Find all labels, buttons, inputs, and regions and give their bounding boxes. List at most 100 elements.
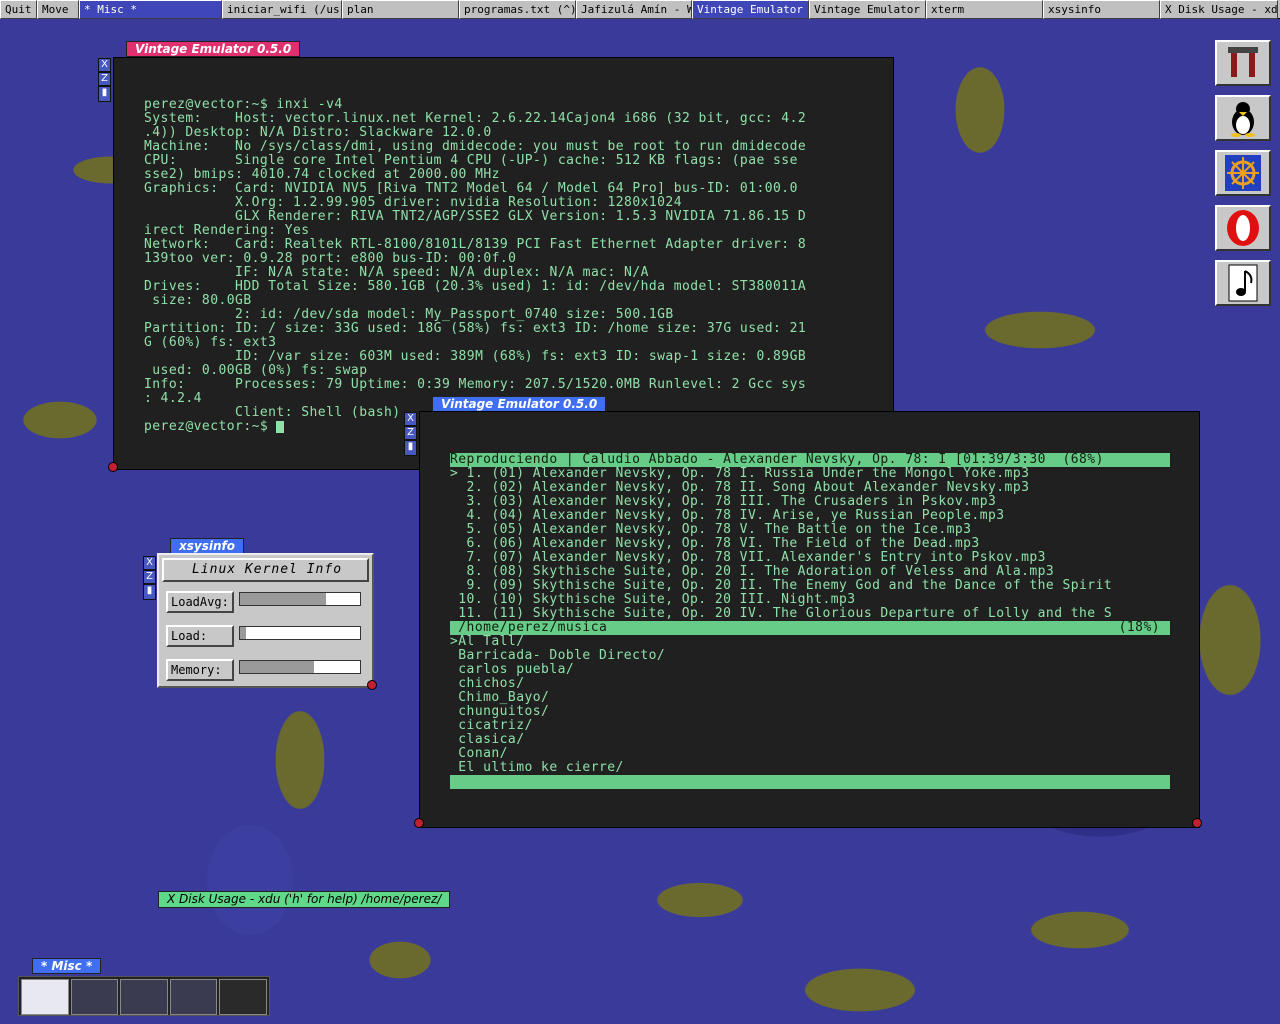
xsysinfo-title-tab[interactable]: xsysinfo (170, 538, 244, 554)
iconify-icon[interactable]: Z (404, 426, 417, 440)
taskbar-button[interactable]: Vintage Emulator 0 (692, 0, 809, 19)
playlist-item[interactable]: 4. (04) Alexander Nevsky, Op. 78 IV. Ari… (450, 509, 1199, 523)
ship-wheel-icon[interactable] (1215, 150, 1271, 196)
terminal-line: IF: N/A state: N/A speed: N/A duplex: N/… (144, 265, 649, 280)
terminal-line: Machine: No /sys/class/dmi, using dmidec… (144, 139, 807, 154)
terminal-line: System: Host: vector.linux.net Kernel: 2… (144, 111, 807, 126)
desktop-pager[interactable] (18, 976, 270, 1016)
directory-item[interactable]: Barricada- Doble Directo/ (450, 649, 1199, 663)
taskbar-button[interactable]: Vintage Emulator 0 (809, 0, 926, 19)
playlist-item[interactable]: 2. (02) Alexander Nevsky, Op. 78 II. Son… (450, 481, 1199, 495)
taskbar: Quit Move * Misc * iniciar_wifi (/usr plan pr… (0, 0, 1280, 19)
taskbar-button[interactable]: Jafizulá Amín - Wi (576, 0, 692, 19)
terminal-line: Graphics: Card: NVIDIA NV5 [Riva TNT2 Mo… (144, 181, 798, 196)
path-percent: (18%) (1118, 620, 1160, 635)
terminal-window-2[interactable]: Reproduciendo | Caludio Abbado - Alexand… (419, 411, 1200, 828)
meter-bar (239, 660, 361, 674)
terminal-line: Info: Processes: 79 Uptime: 0:39 Memory:… (144, 377, 807, 392)
taskbar-button[interactable]: * Misc * (79, 0, 222, 19)
tux-icon[interactable] (1215, 95, 1271, 141)
desktop-2[interactable] (70, 979, 119, 1015)
term1-title-tab[interactable]: Vintage Emulator 0.5.0 (126, 41, 301, 57)
iconify-icon[interactable]: Z (98, 72, 111, 86)
terminal-line: perez@vector:~$ inxi -v4 (144, 97, 343, 112)
now-playing-bar: Reproduciendo | Caludio Abbado - Alexand… (450, 453, 1170, 467)
terminal-line: 2: id: /dev/sda model: My_Passport_0740 … (144, 307, 674, 322)
meter-label: LoadAvg: (166, 591, 234, 613)
meter-fill (240, 661, 315, 673)
directory-item[interactable]: chichos/ (450, 677, 1199, 691)
directory-item[interactable]: cicatriz/ (450, 719, 1199, 733)
terminal-line: Network: Card: Realtek RTL-8100/8101L/81… (144, 237, 807, 252)
resize-corner[interactable] (367, 680, 377, 690)
playlist-item[interactable]: 8. (08) Skythische Suite, Op. 20 I. The … (450, 565, 1199, 579)
terminal-line: CPU: Single core Intel Pentium 4 CPU (-U… (144, 153, 798, 168)
taskbar-button[interactable]: Quit (0, 0, 37, 19)
maximize-icon[interactable]: ▮ (98, 86, 111, 102)
opera-icon[interactable] (1215, 205, 1271, 251)
playlist-item[interactable]: 5. (05) Alexander Nevsky, Op. 78 V. The … (450, 523, 1199, 537)
directory-item[interactable]: Conan/ (450, 747, 1199, 761)
resize-corner[interactable] (414, 818, 424, 828)
path-label: /home/perez/musica (450, 620, 608, 635)
resize-corner[interactable] (108, 462, 118, 472)
desktop-5[interactable] (219, 979, 267, 1015)
close-icon[interactable]: X (98, 58, 111, 72)
music-note-icon[interactable] (1215, 260, 1271, 306)
tools-icon[interactable] (1215, 40, 1271, 86)
terminal-line: size: 80.0GB (144, 293, 252, 308)
directory-item[interactable]: >Al Tall/ (450, 635, 1199, 649)
meter-fill (240, 627, 246, 639)
meter-label: Memory: (166, 659, 234, 681)
playlist-item[interactable]: 6. (06) Alexander Nevsky, Op. 78 VI. The… (450, 537, 1199, 551)
directory-item[interactable]: Chimo_Bayo/ (450, 691, 1199, 705)
misc-title-tab[interactable]: * Misc * (32, 958, 102, 974)
path-bar: /home/perez/musica (18%) (450, 621, 1170, 635)
directory-item[interactable]: clasica/ (450, 733, 1199, 747)
directory-item[interactable]: El ultimo ke cierre/ (450, 761, 1199, 775)
terminal-line: GLX Renderer: RIVA TNT2/AGP/SSE2 GLX Ver… (144, 209, 807, 224)
term2-title-tab[interactable]: Vintage Emulator 0.5.0 (432, 396, 607, 412)
iconify-icon[interactable]: Z (143, 570, 156, 584)
playlist-item[interactable]: 9. (09) Skythische Suite, Op. 20 II. The… (450, 579, 1199, 593)
meter-label: Load: (166, 625, 234, 647)
terminal-line: G (60%) fs: ext3 (144, 335, 277, 350)
maximize-icon[interactable]: ▮ (143, 584, 156, 600)
taskbar-button[interactable]: xterm (926, 0, 1043, 19)
playlist-item[interactable]: 11. (11) Skythische Suite, Op. 20 IV. Th… (450, 607, 1199, 621)
taskbar-button[interactable]: plan (342, 0, 459, 19)
playlist-item[interactable]: 3. (03) Alexander Nevsky, Op. 78 III. Th… (450, 495, 1199, 509)
terminal-line: Partition: ID: / size: 33G used: 18G (58… (144, 321, 807, 336)
taskbar-button[interactable]: programas.txt (^) (459, 0, 576, 19)
meter-bar (239, 592, 361, 606)
directory-list[interactable]: >Al Tall/ Barricada- Doble Directo/ carl… (450, 635, 1199, 775)
taskbar-button[interactable]: iniciar_wifi (/usr (222, 0, 342, 19)
terminal-line: X.Org: 1.2.99.905 driver: nvidia Resolut… (144, 195, 682, 210)
taskbar-button[interactable]: X Disk Usage - xdu (1160, 0, 1278, 19)
xdu-title-tab[interactable]: X Disk Usage - xdu ('h' for help) /home/… (158, 891, 451, 908)
cursor (276, 420, 285, 433)
resize-corner[interactable] (1192, 818, 1202, 828)
close-icon[interactable]: X (404, 412, 417, 426)
playlist-item[interactable]: 7. (07) Alexander Nevsky, Op. 78 VII. Al… (450, 551, 1199, 565)
playlist-item[interactable]: > 1. (01) Alexander Nevsky, Op. 78 I. Ru… (450, 467, 1199, 481)
xsysinfo-window: Linux Kernel Info LoadAvg: Load: Memory: (157, 553, 374, 688)
terminal-line: .4)) Desktop: N/A Distro: Slackware 12.0… (144, 125, 492, 140)
terminal-line: 139too ver: 0.9.28 port: e800 bus-ID: 00… (144, 251, 517, 266)
playlist[interactable]: > 1. (01) Alexander Nevsky, Op. 78 I. Ru… (450, 467, 1199, 621)
desktop-1[interactable] (21, 979, 69, 1015)
close-icon[interactable]: X (143, 556, 156, 570)
terminal-line: sse2) bmips: 4010.74 clocked at 2000.00 … (144, 167, 500, 182)
terminal-line: Drives: HDD Total Size: 580.1GB (20.3% u… (144, 279, 807, 294)
directory-item[interactable]: chunguitos/ (450, 705, 1199, 719)
playlist-item[interactable]: 10. (10) Skythische Suite, Op. 20 III. N… (450, 593, 1199, 607)
taskbar-button[interactable]: xsysinfo (1043, 0, 1160, 19)
desktop-4[interactable] (169, 979, 218, 1015)
desktop-3[interactable] (120, 979, 168, 1015)
terminal-line: used: 0.00GB (0%) fs: swap (144, 363, 368, 378)
xsysinfo-header: Linux Kernel Info (162, 558, 369, 582)
taskbar-button[interactable]: Move (37, 0, 79, 19)
meter-bar (239, 626, 361, 640)
directory-item[interactable]: carlos puebla/ (450, 663, 1199, 677)
maximize-icon[interactable]: ▮ (404, 440, 417, 456)
